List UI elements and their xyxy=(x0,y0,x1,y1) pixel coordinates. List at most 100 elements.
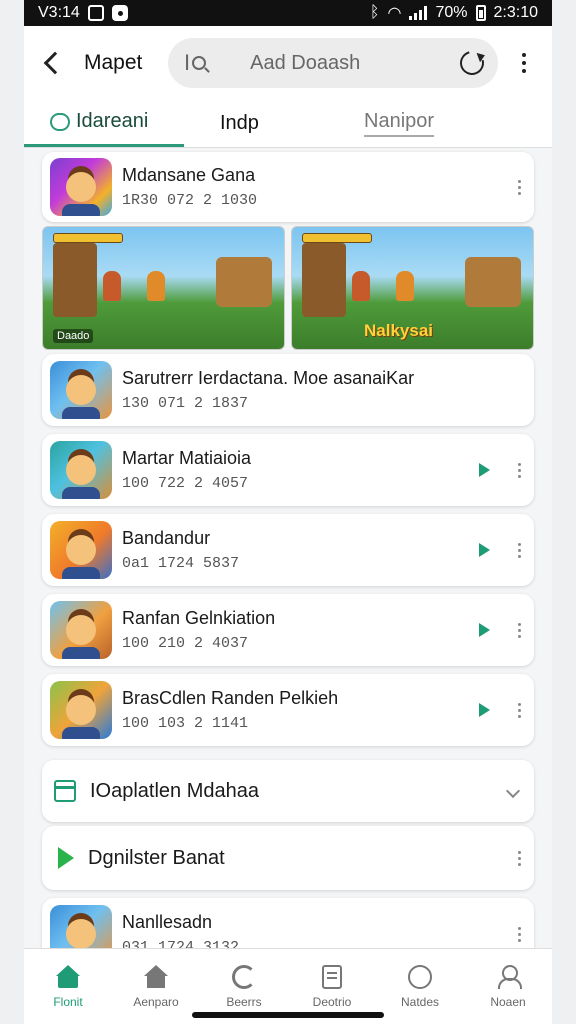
game-icon xyxy=(50,521,112,579)
app-screen: Mapet I Aad Doaash Idareani Indp Nanipor… xyxy=(24,26,552,1024)
search-bar[interactable]: I Aad Doaash xyxy=(168,38,498,88)
game-screenshot[interactable]: Daado xyxy=(42,226,285,350)
play-icon[interactable] xyxy=(479,703,490,717)
section-title: IOaplatlen Mdahaa xyxy=(90,779,260,802)
wifi-icon: ◠ xyxy=(387,5,402,22)
character-figure xyxy=(352,271,370,301)
more-options-icon[interactable] xyxy=(516,702,522,718)
app-details: 0a1 1724 5837 xyxy=(122,555,240,572)
list-item-text: Sarutrerr Ierdactana. Moe asanaiKar 130 … xyxy=(122,368,534,412)
nav-item-home[interactable]: Flonit xyxy=(24,949,112,1024)
game-icon xyxy=(50,158,112,216)
tab-bar: Idareani Indp Nanipor xyxy=(24,100,552,148)
app-details: 1R30 072 2 1030 xyxy=(122,192,258,209)
game-logo-text: Nalkysai xyxy=(364,321,433,340)
nav-label: Noaen xyxy=(490,994,526,1009)
play-icon[interactable] xyxy=(479,623,490,637)
house-icon xyxy=(144,964,168,989)
app-name: Ranfan Gelnkiation xyxy=(122,608,276,628)
list-item[interactable]: Sarutrerr Ierdactana. Moe asanaiKar 130 … xyxy=(42,354,534,426)
back-arrow-icon[interactable] xyxy=(38,49,66,77)
list-item[interactable]: Mdansane Gana 1R30 072 2 1030 xyxy=(42,152,534,222)
more-options-icon[interactable] xyxy=(516,542,522,558)
nav-item-apps[interactable]: Aenparo xyxy=(112,949,200,1024)
game-icon xyxy=(50,681,112,739)
health-bar xyxy=(302,233,372,243)
overflow-menu-icon[interactable] xyxy=(520,53,528,73)
tab-indp[interactable]: Indp xyxy=(184,99,334,147)
app-name: Bandandur xyxy=(122,528,211,548)
tab-label: Nanipor xyxy=(364,110,435,137)
list-item-text: Mdansane Gana 1R30 072 2 1030 xyxy=(122,165,516,209)
more-options-icon[interactable] xyxy=(516,462,522,478)
nav-label: Deotrio xyxy=(312,994,352,1009)
page-title: Mapet xyxy=(84,51,143,74)
app-details: 100 103 2 1141 xyxy=(122,715,249,732)
calendar-icon xyxy=(54,780,76,802)
more-options-icon[interactable] xyxy=(516,850,522,866)
character-figure xyxy=(396,271,414,301)
bluetooth-icon: ᛒ xyxy=(369,4,380,21)
character-figure xyxy=(147,271,165,301)
battery-icon xyxy=(475,5,486,21)
refresh-icon[interactable] xyxy=(455,46,489,80)
search-cursor-glyph: I xyxy=(184,50,191,75)
nav-label: Beerrs xyxy=(226,994,262,1009)
top-bar: Mapet I Aad Doaash xyxy=(24,26,552,100)
list-item-text: Bandandur 0a1 1724 5837 xyxy=(122,528,479,572)
list-item-text: Martar Matiaioia 100 722 2 4057 xyxy=(122,448,479,492)
list-item[interactable]: Bandandur 0a1 1724 5837 xyxy=(42,514,534,586)
heart-outline-icon xyxy=(408,964,432,989)
nav-item-profile[interactable]: Noaen xyxy=(464,949,552,1024)
play-icon[interactable] xyxy=(479,543,490,557)
list-item[interactable]: Ranfan Gelnkiation 100 210 2 4037 xyxy=(42,594,534,666)
app-name: Mdansane Gana xyxy=(122,165,256,185)
signal-icon xyxy=(409,6,428,20)
play-icon[interactable] xyxy=(479,463,490,477)
game-icon xyxy=(50,441,112,499)
section-title: Dgnilster Banat xyxy=(88,846,225,869)
nav-label: Natdes xyxy=(400,994,440,1009)
health-bar xyxy=(53,233,123,243)
game-icon xyxy=(50,361,112,419)
person-icon xyxy=(496,964,522,989)
nav-item-favorites[interactable]: Natdes xyxy=(376,949,464,1024)
search-input[interactable]: Aad Doaash xyxy=(250,52,460,75)
home-icon xyxy=(56,964,80,989)
app-name: Martar Matiaioia xyxy=(122,448,252,468)
app-details: 100 722 2 4057 xyxy=(122,475,249,492)
screenshot-caption: Daado xyxy=(53,329,94,343)
gallery-notification-icon xyxy=(87,5,104,21)
tab-nanipor[interactable]: Nanipor xyxy=(334,99,484,147)
list-item-text: BrasCdlen Randen Pelkieh 100 103 2 1141 xyxy=(122,688,479,732)
more-options-icon[interactable] xyxy=(516,179,522,195)
nav-label: Flonit xyxy=(53,994,83,1009)
more-options-icon[interactable] xyxy=(516,926,522,942)
more-options-icon[interactable] xyxy=(516,622,522,638)
tab-label: Idareani xyxy=(76,110,149,132)
battery-percent: 70% xyxy=(435,4,468,21)
section-row[interactable]: Dgnilster Banat xyxy=(42,826,534,890)
list-item[interactable]: Martar Matiaioia 100 722 2 4057 xyxy=(42,434,534,506)
home-indicator[interactable] xyxy=(192,1012,384,1018)
status-clock: 2:3:10 xyxy=(493,4,538,21)
tab-idareani[interactable]: Idareani xyxy=(24,99,184,147)
app-name: Sarutrerr Ierdactana. Moe asanaiKar xyxy=(122,368,415,388)
game-screenshot[interactable]: Nalkysai xyxy=(291,226,534,350)
list-item[interactable]: BrasCdlen Randen Pelkieh 100 103 2 1141 xyxy=(42,674,534,746)
arrow-right-icon xyxy=(58,847,74,869)
search-icon xyxy=(192,56,207,70)
status-right: ᛒ ◠ 70% 2:3:10 xyxy=(370,3,538,23)
screenshot-carousel[interactable]: Daado Nalkysai xyxy=(42,226,534,350)
chevron-down-icon[interactable] xyxy=(505,783,521,799)
app-name: Nanllesadn xyxy=(122,912,213,932)
document-icon xyxy=(322,964,342,989)
status-time: V3:14 xyxy=(38,4,80,21)
character-figure xyxy=(103,271,121,301)
heart-icon xyxy=(50,112,70,131)
app-notification-icon xyxy=(111,5,128,21)
nav-label: Aenparo xyxy=(133,994,179,1009)
section-header-expandable[interactable]: IOaplatlen Mdahaa xyxy=(42,760,534,822)
app-name: BrasCdlen Randen Pelkieh xyxy=(122,688,339,708)
game-icon xyxy=(50,601,112,659)
